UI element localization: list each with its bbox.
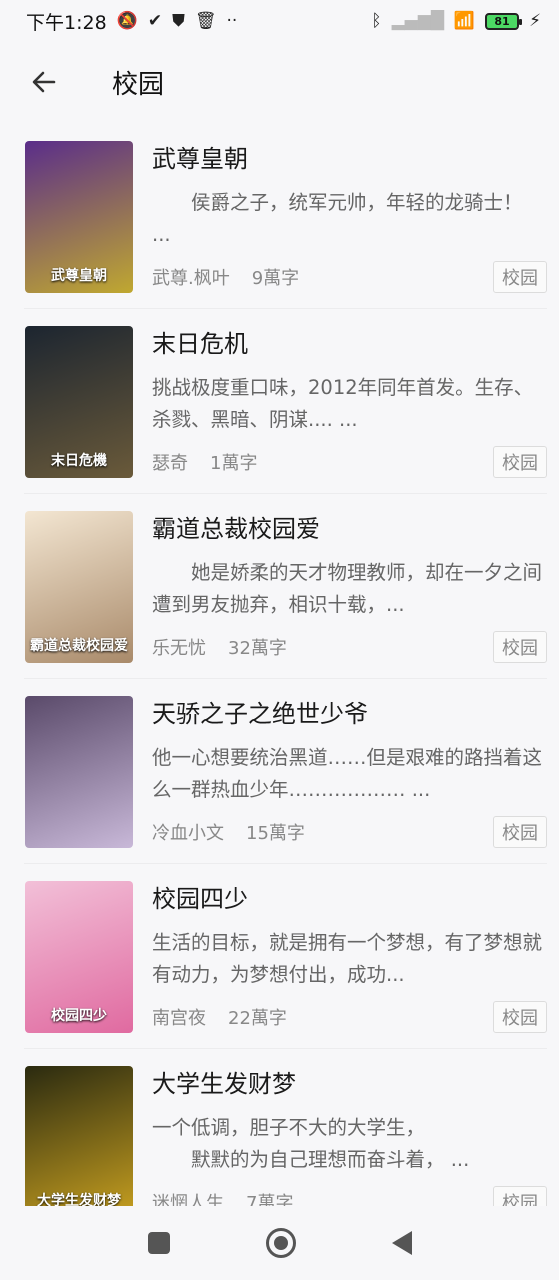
- arrow-left-icon: [32, 71, 56, 93]
- book-title[interactable]: 天骄之子之绝世少爷: [152, 696, 547, 734]
- category-tag[interactable]: 校园: [493, 446, 547, 478]
- book-cover[interactable]: 武尊皇朝: [25, 141, 133, 293]
- trash-icon: 🗑: [194, 10, 217, 31]
- book-info: 霸道总裁校园爱 她是娇柔的天才物理教师，却在一夕之间遭到男友抛弃，相识十载，..…: [152, 511, 547, 663]
- book-meta: 乐无忧 32萬字 校园: [152, 631, 547, 663]
- mute-icon: 🔕: [116, 10, 138, 31]
- more-notifications-icon: ··: [226, 10, 238, 31]
- book-word-count: 1萬字: [210, 453, 258, 474]
- book-word-count: 32萬字: [228, 638, 287, 659]
- category-tag[interactable]: 校园: [493, 1001, 547, 1033]
- book-description: 侯爵之子，统军元帅，年轻的龙骑士！ ...: [152, 191, 529, 246]
- category-tag[interactable]: 校园: [493, 261, 547, 293]
- bluetooth-icon: ᛒ: [371, 10, 382, 31]
- book-title[interactable]: 末日危机: [152, 326, 547, 364]
- book-item[interactable]: 校园四少 校园四少 生活的目标，就是拥有一个梦想，有了梦想就有动力，为梦想付出，…: [24, 864, 547, 1049]
- check-icon: ✔: [147, 10, 163, 31]
- book-item[interactable]: 霸道总裁校园爱 霸道总裁校园爱 她是娇柔的天才物理教师，却在一夕之间遭到男友抛弃…: [24, 494, 547, 679]
- book-title[interactable]: 霸道总裁校园爱: [152, 511, 547, 549]
- home-icon: [273, 1236, 288, 1250]
- book-description: 她是娇柔的天才物理教师，却在一夕之间遭到男友抛弃，相识十载，...: [152, 561, 543, 616]
- cover-title: 末日危機: [51, 453, 107, 469]
- book-word-count: 9萬字: [251, 268, 300, 289]
- book-info: 大学生发财梦 一个低调，胆子不大的大学生， 默默的为自己理想而奋斗着， ... …: [152, 1066, 547, 1218]
- category-tag[interactable]: 校园: [493, 631, 547, 663]
- book-item[interactable]: 天骄之子之绝世少爷 他一心想要统治黑道……但是艰难的路挡着这么一群热血少年…………: [24, 679, 547, 864]
- book-description: 挑战极度重口味，2012年同年首发。生存、杀戮、黑暗、阴谋.... ...: [152, 376, 534, 431]
- book-info: 校园四少 生活的目标，就是拥有一个梦想，有了梦想就有动力，为梦想付出，成功...…: [152, 881, 547, 1033]
- cover-title: 霸道总裁校园爱: [30, 638, 128, 654]
- book-author: 瑟奇: [152, 453, 188, 474]
- book-meta: 南宫夜 22萬字 校园: [152, 1001, 547, 1033]
- system-back-button[interactable]: [391, 1231, 412, 1255]
- system-nav-bar: [0, 1206, 559, 1280]
- back-button[interactable]: [0, 48, 88, 116]
- cover-title: 武尊皇朝: [51, 268, 107, 284]
- cover-title: 校园四少: [51, 1008, 107, 1024]
- book-cover[interactable]: 大学生发财梦: [25, 1066, 133, 1218]
- book-word-count: 15萬字: [246, 823, 305, 844]
- status-left: 下午1:28 🔕 ✔ ⛊ 🗑 ··: [26, 8, 237, 35]
- recent-apps-button[interactable]: [147, 1232, 170, 1254]
- book-meta: 武尊.枫叶 9萬字 校园: [152, 261, 547, 293]
- book-title[interactable]: 大学生发财梦: [152, 1066, 547, 1104]
- book-author: 冷血小文: [152, 823, 224, 844]
- book-description: 生活的目标，就是拥有一个梦想，有了梦想就有动力，为梦想付出，成功...: [152, 931, 543, 986]
- book-info: 武尊皇朝 侯爵之子，统军元帅，年轻的龙骑士！ ... 武尊.枫叶 9萬字 校园: [152, 141, 547, 293]
- book-meta: 冷血小文 15萬字 校园: [152, 816, 547, 848]
- status-right: ᛒ ▂▄▆█ 📶 81 ⚡: [371, 10, 541, 31]
- home-button[interactable]: [265, 1228, 296, 1258]
- battery-icon: 81: [485, 12, 523, 30]
- charging-icon: ⚡: [529, 10, 541, 31]
- book-meta: 瑟奇 1萬字 校园: [152, 446, 547, 478]
- signal-icon: ▂▄▆█: [391, 10, 444, 31]
- book-author: 乐无忧: [152, 638, 206, 659]
- book-item[interactable]: 武尊皇朝 武尊皇朝 侯爵之子，统军元帅，年轻的龙骑士！ ... 武尊.枫叶 9萬…: [24, 124, 547, 309]
- book-word-count: 22萬字: [228, 1008, 287, 1029]
- book-info: 末日危机 挑战极度重口味，2012年同年首发。生存、杀戮、黑暗、阴谋.... .…: [152, 326, 547, 478]
- book-title[interactable]: 武尊皇朝: [152, 141, 547, 179]
- page-title: 校园: [112, 69, 165, 100]
- shield-icon: ⛊: [172, 10, 185, 31]
- app-bar: 校园: [0, 48, 559, 116]
- book-cover[interactable]: 末日危機: [25, 326, 133, 478]
- book-cover[interactable]: 霸道总裁校园爱: [25, 511, 133, 663]
- book-title[interactable]: 校园四少: [152, 881, 547, 919]
- battery-level: 81: [494, 14, 510, 28]
- category-tag[interactable]: 校园: [493, 816, 547, 848]
- book-item[interactable]: 末日危機 末日危机 挑战极度重口味，2012年同年首发。生存、杀戮、黑暗、阴谋.…: [24, 309, 547, 494]
- status-bar: 下午1:28 🔕 ✔ ⛊ 🗑 ·· ᛒ ▂▄▆█ 📶 81 ⚡: [0, 0, 559, 42]
- book-list: 武尊皇朝 武尊皇朝 侯爵之子，统军元帅，年轻的龙骑士！ ... 武尊.枫叶 9萬…: [0, 124, 559, 1234]
- book-cover[interactable]: [25, 696, 133, 848]
- wifi-icon: 📶: [453, 10, 476, 31]
- book-info: 天骄之子之绝世少爷 他一心想要统治黑道……但是艰难的路挡着这么一群热血少年…………: [152, 696, 547, 848]
- status-time: 下午1:28: [26, 11, 107, 34]
- book-author: 南宫夜: [152, 1008, 206, 1029]
- book-cover[interactable]: 校园四少: [25, 881, 133, 1033]
- book-description: 一个低调，胆子不大的大学生， 默默的为自己理想而奋斗着， ...: [152, 1116, 470, 1171]
- book-author: 武尊.枫叶: [152, 268, 230, 289]
- book-description: 他一心想要统治黑道……但是艰难的路挡着这么一群热血少年……………… ...: [152, 746, 543, 801]
